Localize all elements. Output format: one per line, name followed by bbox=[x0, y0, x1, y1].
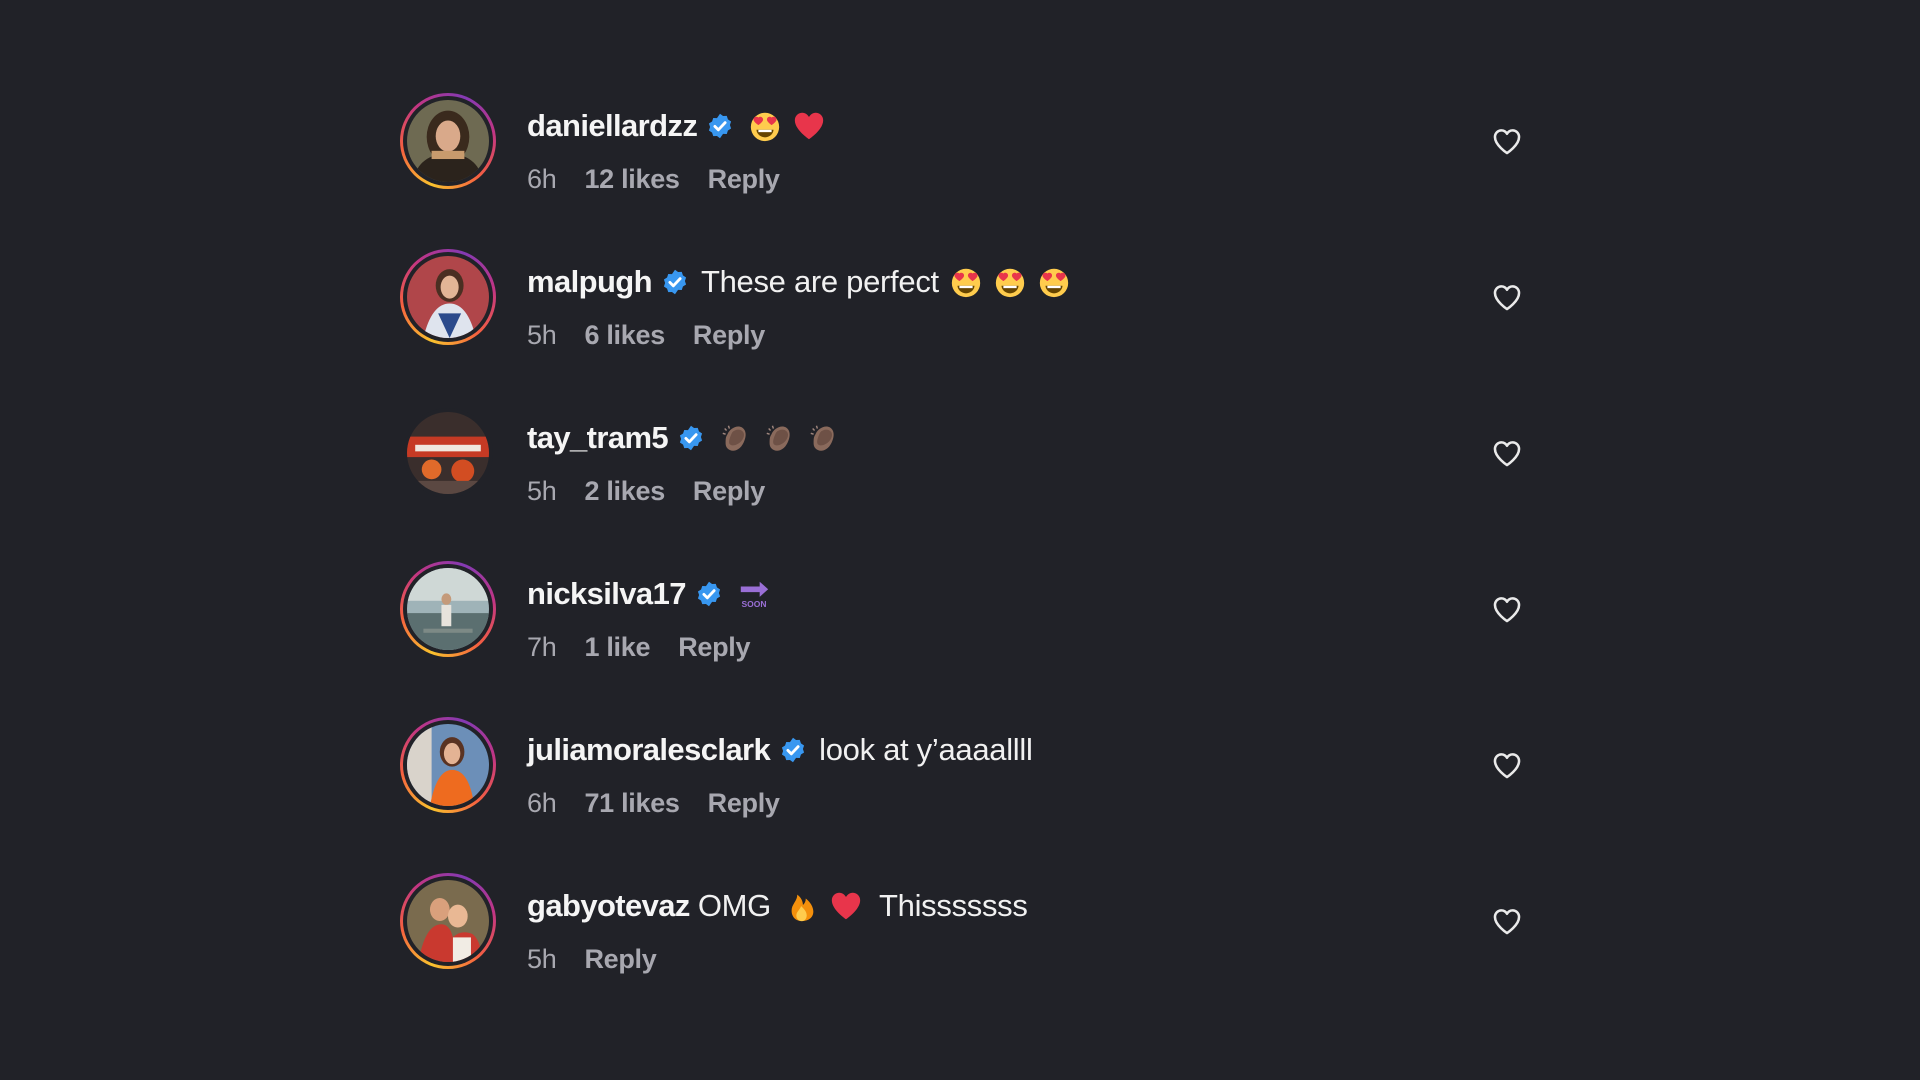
comment-timestamp: 6h bbox=[527, 163, 557, 194]
reply-button[interactable]: Reply bbox=[693, 476, 765, 507]
comment-body: juliamoralesclark look at y’aaaallll 6h … bbox=[527, 730, 1377, 819]
like-heart-icon[interactable] bbox=[1490, 436, 1524, 470]
verified-badge-icon bbox=[661, 268, 689, 296]
username[interactable]: tay_tram5 bbox=[527, 420, 669, 456]
like-heart-icon[interactable] bbox=[1490, 748, 1524, 782]
avatar-container[interactable] bbox=[400, 405, 496, 501]
comment-text: look at y’aaaallll bbox=[819, 732, 1033, 767]
comment-body: gabyotevaz OMG Thisssssss 5h Reply bbox=[527, 886, 1377, 975]
heart-eyes-emoji bbox=[748, 109, 782, 143]
verified-badge-icon bbox=[695, 580, 723, 608]
heart-eyes-emoji bbox=[949, 265, 983, 299]
like-heart-icon[interactable] bbox=[1490, 280, 1524, 314]
heart-eyes-emoji bbox=[993, 265, 1027, 299]
red-heart-emoji bbox=[792, 109, 826, 143]
like-heart-icon[interactable] bbox=[1490, 592, 1524, 626]
comment-text: OMG bbox=[697, 888, 771, 923]
verified-badge-icon bbox=[706, 112, 734, 140]
like-heart-icon[interactable] bbox=[1490, 124, 1524, 158]
fire-emoji bbox=[785, 889, 819, 923]
comment-timestamp: 5h bbox=[527, 943, 557, 974]
avatar[interactable] bbox=[407, 100, 489, 182]
reply-button[interactable]: Reply bbox=[708, 164, 780, 195]
likes-count[interactable]: 12 likes bbox=[584, 164, 679, 195]
username[interactable]: gabyotevaz bbox=[527, 888, 690, 924]
reply-button[interactable]: Reply bbox=[678, 632, 750, 663]
avatar[interactable] bbox=[407, 256, 489, 338]
avatar-story-ring[interactable] bbox=[400, 561, 496, 657]
clapping-hands-emoji bbox=[763, 421, 797, 455]
likes-count[interactable]: 6 likes bbox=[584, 320, 665, 351]
comment-item: malpugh These are perfect 5h 6 likes Rep… bbox=[395, 242, 1535, 398]
username[interactable]: juliamoralesclark bbox=[527, 732, 771, 768]
comment-item: juliamoralesclark look at y’aaaallll 6h … bbox=[395, 710, 1535, 866]
avatar[interactable] bbox=[407, 724, 489, 806]
comment-item: gabyotevaz OMG Thisssssss 5h Reply bbox=[395, 866, 1535, 1022]
comment-body: daniellardzz 6h 12 likes Reply bbox=[527, 106, 1377, 195]
comment-item: tay_tram5 5h 2 likes Reply bbox=[395, 398, 1535, 554]
verified-badge-icon bbox=[779, 736, 807, 764]
clapping-hands-emoji bbox=[807, 421, 841, 455]
username[interactable]: malpugh bbox=[527, 264, 653, 300]
like-heart-icon[interactable] bbox=[1490, 904, 1524, 938]
likes-count[interactable]: 1 like bbox=[584, 632, 650, 663]
comment-body: malpugh These are perfect 5h 6 likes Rep… bbox=[527, 262, 1377, 351]
likes-count[interactable]: 71 likes bbox=[584, 788, 679, 819]
comment-item: nicksilva17 SOON 7h 1 like Reply bbox=[395, 554, 1535, 710]
avatar[interactable] bbox=[407, 568, 489, 650]
comments-page: daniellardzz 6h 12 likes Reply malpugh T… bbox=[0, 0, 1920, 1080]
avatar[interactable] bbox=[407, 412, 489, 494]
red-heart-emoji bbox=[829, 889, 863, 923]
verified-badge-icon bbox=[677, 424, 705, 452]
soon-arrow-emoji: SOON bbox=[737, 577, 771, 611]
reply-button[interactable]: Reply bbox=[693, 320, 765, 351]
svg-text:SOON: SOON bbox=[741, 599, 766, 609]
comment-body: nicksilva17 SOON 7h 1 like Reply bbox=[527, 574, 1377, 663]
comment-text-trailing: Thisssssss bbox=[879, 888, 1028, 923]
comment-timestamp: 7h bbox=[527, 631, 557, 662]
avatar-story-ring[interactable] bbox=[400, 873, 496, 969]
heart-eyes-emoji bbox=[1037, 265, 1071, 299]
avatar-story-ring[interactable] bbox=[400, 249, 496, 345]
reply-button[interactable]: Reply bbox=[708, 788, 780, 819]
clapping-hands-emoji bbox=[719, 421, 753, 455]
comment-text: These are perfect bbox=[700, 264, 939, 299]
comment-body: tay_tram5 5h 2 likes Reply bbox=[527, 418, 1377, 507]
comment-list: daniellardzz 6h 12 likes Reply malpugh T… bbox=[395, 86, 1535, 1022]
avatar-story-ring[interactable] bbox=[400, 717, 496, 813]
avatar-story-ring[interactable] bbox=[400, 93, 496, 189]
avatar[interactable] bbox=[407, 880, 489, 962]
username[interactable]: nicksilva17 bbox=[527, 576, 686, 612]
username[interactable]: daniellardzz bbox=[527, 108, 698, 144]
comment-timestamp: 5h bbox=[527, 319, 557, 350]
comment-item: daniellardzz 6h 12 likes Reply bbox=[395, 86, 1535, 242]
comment-timestamp: 5h bbox=[527, 475, 557, 506]
reply-button[interactable]: Reply bbox=[584, 944, 656, 975]
comment-timestamp: 6h bbox=[527, 787, 557, 818]
likes-count[interactable]: 2 likes bbox=[584, 476, 665, 507]
